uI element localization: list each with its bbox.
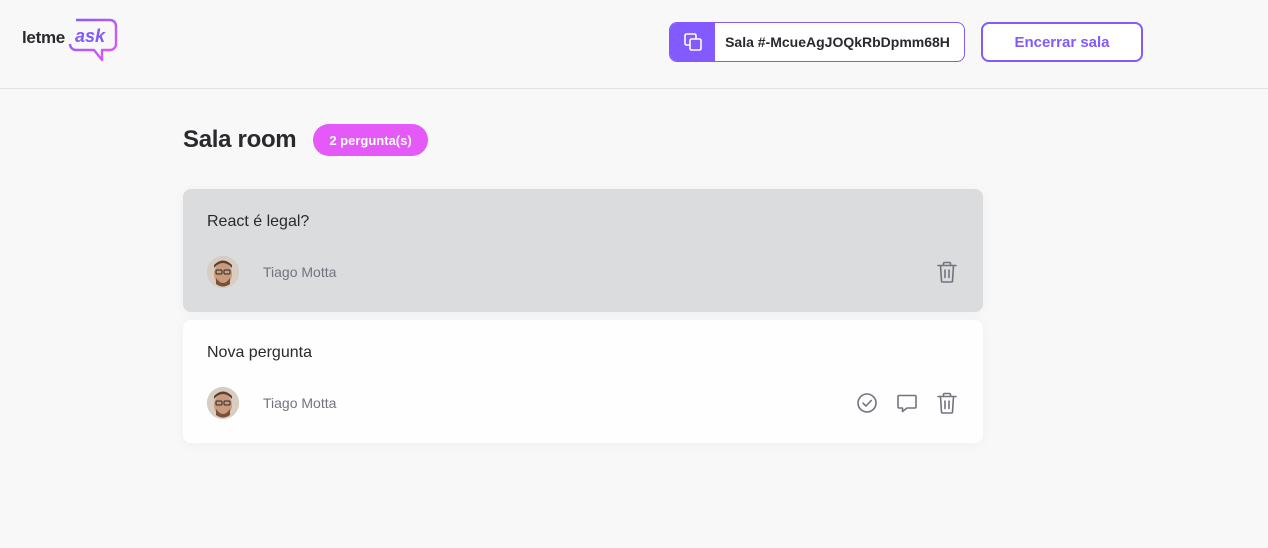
question-actions [935, 258, 959, 286]
room-title-row: Sala room 2 pergunta(s) [183, 124, 428, 156]
question-content: React é legal? [207, 213, 310, 230]
avatar [207, 387, 239, 419]
highlight-question-button[interactable] [895, 391, 919, 415]
logo-text-accent: ask [75, 26, 106, 46]
avatar-image [207, 387, 239, 419]
mark-answered-button[interactable] [855, 391, 879, 415]
avatar [207, 256, 239, 288]
author-name: Tiago Motta [263, 395, 337, 411]
trash-icon [937, 392, 957, 414]
question-card: React é legal? Tiago Motta [183, 189, 983, 312]
question-actions [855, 389, 959, 417]
delete-question-button[interactable] [935, 260, 959, 284]
page-title: Sala room [183, 126, 297, 153]
room-code-button[interactable]: Sala #-McueAgJOQkRbDpmm68H [669, 22, 965, 62]
author-name: Tiago Motta [263, 264, 337, 280]
check-circle-icon [857, 393, 877, 413]
question-count-badge: 2 pergunta(s) [313, 124, 428, 156]
letmeask-logo[interactable]: letme ask [22, 18, 118, 64]
trash-icon [937, 261, 957, 283]
delete-question-button[interactable] [935, 391, 959, 415]
copy-icon-box [670, 23, 715, 61]
close-room-button[interactable]: Encerrar sala [981, 22, 1143, 62]
logo-text-main: letme [22, 28, 65, 47]
question-content: Nova pergunta [207, 344, 312, 361]
copy-icon [683, 33, 702, 51]
question-card: Nova pergunta Tiago Motta [183, 320, 983, 443]
answer-icon [897, 394, 917, 413]
question-author: Tiago Motta [207, 256, 336, 288]
avatar-image [207, 256, 239, 288]
question-author: Tiago Motta [207, 387, 336, 419]
room-code-text: Sala #-McueAgJOQkRbDpmm68H [725, 34, 950, 50]
top-header: letme ask Sala #-McueAgJOQkRbDpmm68H Enc… [0, 0, 1268, 89]
